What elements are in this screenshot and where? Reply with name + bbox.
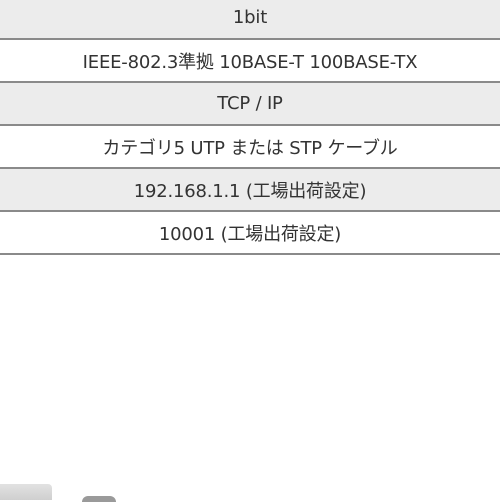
spec-value: 192.168.1.1 (工場出荷設定) — [133, 180, 367, 202]
product-image-partial-2 — [82, 496, 116, 502]
spec-table: 1bit IEEE-802.3準拠 10BASE-T 100BASE-TX TC… — [0, 0, 500, 255]
spec-row-cable: カテゴリ5 UTP または STP ケーブル — [0, 126, 500, 169]
spec-row-standard: IEEE-802.3準拠 10BASE-T 100BASE-TX — [0, 40, 500, 83]
spec-value: カテゴリ5 UTP または STP ケーブル — [102, 137, 398, 159]
spec-row-protocol: TCP / IP — [0, 83, 500, 126]
spec-value: IEEE-802.3準拠 10BASE-T 100BASE-TX — [82, 51, 418, 73]
spec-row-port: 10001 (工場出荷設定) — [0, 212, 500, 255]
spec-row-ip-address: 192.168.1.1 (工場出荷設定) — [0, 169, 500, 212]
spec-value: 1bit — [232, 7, 268, 28]
product-image-partial — [0, 484, 52, 500]
spec-row-data-bits: 1bit — [0, 0, 500, 40]
spec-value: 10001 (工場出荷設定) — [158, 223, 342, 245]
spec-value: TCP / IP — [217, 93, 283, 114]
